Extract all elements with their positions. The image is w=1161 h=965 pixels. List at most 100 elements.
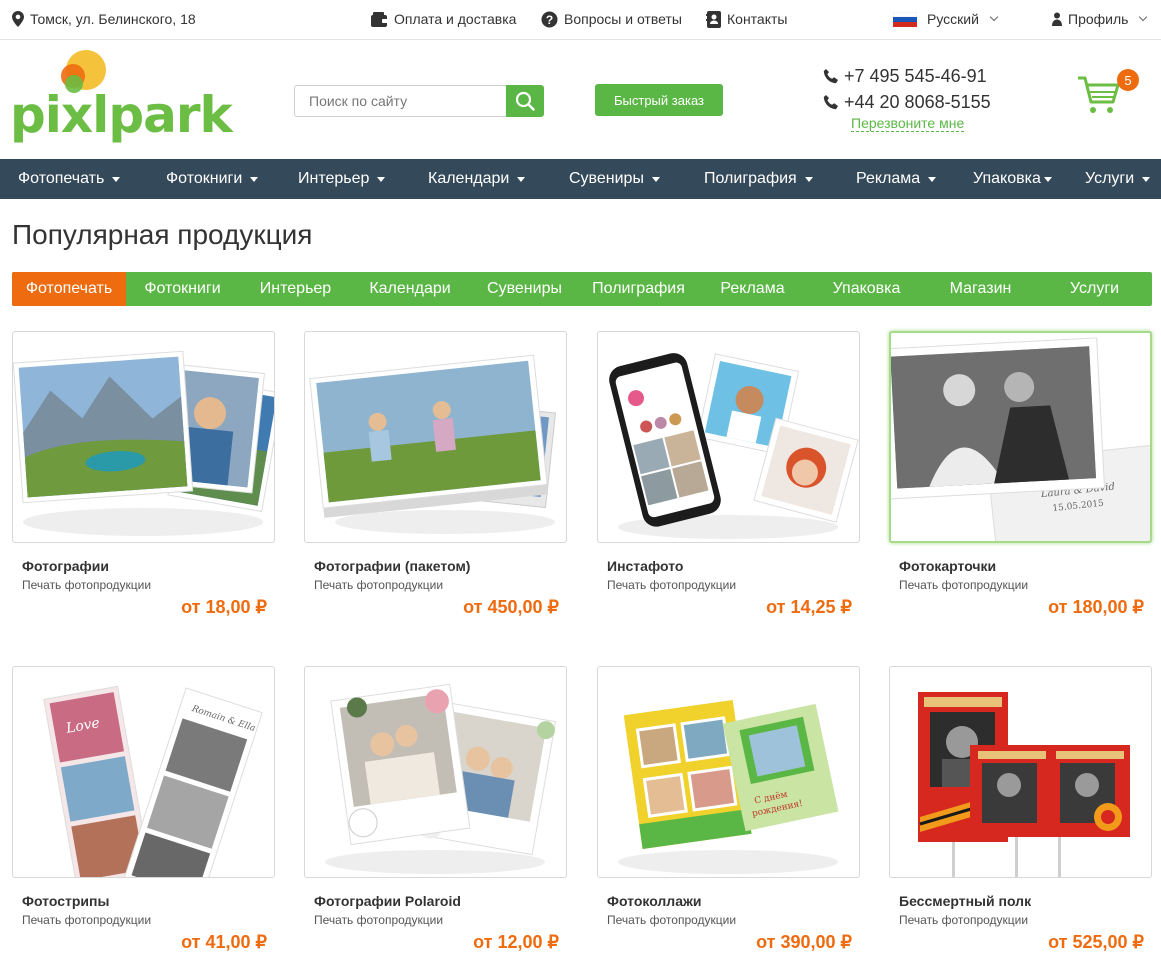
callback-link[interactable]: Перезвоните мне <box>851 115 965 132</box>
product-card[interactable]: С днём рождения! Фотоколлажи Печать фотоп… <box>597 666 860 952</box>
product-image[interactable]: С днём рождения! <box>597 666 860 878</box>
product-card[interactable]: Laura & David 15.05.2015 Фотокарточки Печ… <box>889 331 1152 617</box>
phone-line-1[interactable]: +7 495 545-46-91 <box>823 66 987 87</box>
product-image[interactable]: Laura & David 15.05.2015 <box>889 331 1152 543</box>
nav-item-photoprint[interactable]: Фотопечать <box>18 159 121 199</box>
product-price: от 12,00 ₽ <box>473 932 559 952</box>
product-image[interactable]: Love Romain & Ella <box>12 666 275 878</box>
nav-item-photobooks[interactable]: Фотокниги <box>166 159 259 199</box>
russia-flag-icon <box>893 11 917 27</box>
product-title[interactable]: Фотографии <box>22 558 109 574</box>
tab-services[interactable]: Услуги <box>1037 272 1152 306</box>
product-price: от 14,25 ₽ <box>766 597 852 617</box>
tab-advertising[interactable]: Реклама <box>696 272 809 306</box>
nav-item-label: Сувениры <box>569 170 644 187</box>
product-subtitle: Печать фотопродукции <box>607 913 737 927</box>
user-icon <box>1052 12 1062 26</box>
tab-interior[interactable]: Интерьер <box>239 272 352 306</box>
nav-item-souvenirs[interactable]: Сувениры <box>569 159 660 199</box>
phone-number-2: +44 20 8068-5155 <box>844 92 991 112</box>
tab-photobooks[interactable]: Фотокниги <box>126 272 239 306</box>
shopping-cart-icon <box>1078 76 1120 113</box>
question-circle-icon: ? <box>541 11 558 27</box>
product-image[interactable] <box>597 331 860 543</box>
product-image[interactable] <box>304 666 567 878</box>
site-logo[interactable]: pixlpark <box>10 50 233 148</box>
nav-item-label: Услуги <box>1085 170 1135 187</box>
faq-link[interactable]: ? Вопросы и ответы <box>541 0 682 38</box>
address-text: Томск, ул. Белинского, 18 <box>30 11 196 27</box>
caret-down-icon <box>928 176 937 182</box>
language-selector[interactable]: Русский <box>893 0 999 38</box>
phone-line-2[interactable]: +44 20 8068-5155 <box>823 92 991 113</box>
nav-item-label: Реклама <box>856 170 921 187</box>
svg-text:?: ? <box>546 13 553 27</box>
product-subtitle: Печать фотопродукции <box>899 913 1029 927</box>
profile-menu[interactable]: Профиль <box>1052 0 1148 38</box>
product-subtitle: Печать фотопродукции <box>314 913 444 927</box>
chevron-down-icon <box>989 12 999 22</box>
nav-item-calendars[interactable]: Календари <box>428 159 526 199</box>
nav-item-packaging[interactable]: Упаковка <box>973 159 1052 199</box>
product-price: от 41,00 ₽ <box>181 932 267 952</box>
contacts-link[interactable]: Контакты <box>706 0 787 38</box>
product-price: от 18,00 ₽ <box>181 597 267 617</box>
search-input[interactable] <box>294 85 506 117</box>
nav-item-label: Фотокниги <box>166 170 243 187</box>
tab-photoprint[interactable]: Фотопечать <box>12 272 126 306</box>
search-form <box>294 85 544 117</box>
chevron-down-icon <box>1139 12 1148 22</box>
product-card[interactable]: Фотографии (пакетом) Печать фотопродукци… <box>304 331 567 617</box>
product-title[interactable]: Бессмертный полк <box>899 893 1031 909</box>
page-title: Популярная продукция <box>12 219 313 250</box>
product-title[interactable]: Фотографии (пакетом) <box>314 558 470 574</box>
product-subtitle: Печать фотопродукции <box>314 578 444 592</box>
phone-icon <box>823 69 838 84</box>
caret-down-icon <box>651 176 660 182</box>
nav-item-label: Полиграфия <box>704 170 797 187</box>
product-subtitle: Печать фотопродукции <box>607 578 737 592</box>
product-price: от 180,00 ₽ <box>1048 597 1144 617</box>
tab-packaging[interactable]: Упаковка <box>809 272 924 306</box>
phone-icon <box>823 95 838 110</box>
product-card[interactable]: Love Romain & Ella Фотострипы Печать фот… <box>12 666 275 952</box>
product-price: от 390,00 ₽ <box>756 932 852 952</box>
product-image[interactable] <box>304 331 567 543</box>
product-image[interactable] <box>889 666 1152 878</box>
wallet-icon <box>371 11 388 27</box>
product-card[interactable]: Фотографии Печать фотопродукции от 18,00… <box>12 331 275 617</box>
tab-shop[interactable]: Магазин <box>924 272 1037 306</box>
product-title[interactable]: Фотографии Polaroid <box>314 893 461 909</box>
product-card[interactable]: Бессмертный полк Печать фотопродукции от… <box>889 666 1152 952</box>
category-tabs: Фотопечать Фотокниги Интерьер Календари … <box>12 272 1152 306</box>
search-button[interactable] <box>506 85 544 117</box>
search-icon <box>515 91 535 111</box>
product-title[interactable]: Фотострипы <box>22 893 109 909</box>
product-card[interactable]: Фотографии Polaroid Печать фотопродукции… <box>304 666 567 952</box>
product-title[interactable]: Фотоколлажи <box>607 893 702 909</box>
payment-text: Оплата и доставка <box>394 11 517 27</box>
product-title[interactable]: Инстафото <box>607 558 683 574</box>
main-navigation: Фотопечать Фотокниги Интерьер Календари … <box>0 159 1161 199</box>
nav-item-label: Календари <box>428 170 510 187</box>
address-link[interactable]: Томск, ул. Белинского, 18 <box>12 0 196 38</box>
quick-order-button[interactable]: Быстрый заказ <box>595 84 723 116</box>
product-card[interactable]: Инстафото Печать фотопродукции от 14,25 … <box>597 331 860 617</box>
phone-number-1: +7 495 545-46-91 <box>844 66 987 86</box>
nav-item-advertising[interactable]: Реклама <box>856 159 937 199</box>
location-pin-icon <box>12 11 24 27</box>
product-subtitle: Печать фотопродукции <box>22 913 152 927</box>
nav-item-interior[interactable]: Интерьер <box>298 159 386 199</box>
product-title[interactable]: Фотокарточки <box>899 558 996 574</box>
product-subtitle: Печать фотопродукции <box>22 578 152 592</box>
product-image[interactable] <box>12 331 275 543</box>
nav-item-printing[interactable]: Полиграфия <box>704 159 813 199</box>
payment-link[interactable]: Оплата и доставка <box>371 0 516 38</box>
tab-souvenirs[interactable]: Сувениры <box>468 272 581 306</box>
product-price: от 450,00 ₽ <box>463 597 559 617</box>
caret-down-icon <box>804 176 813 182</box>
product-price: от 525,00 ₽ <box>1048 932 1144 952</box>
nav-item-services[interactable]: Услуги <box>1085 159 1151 199</box>
tab-printing[interactable]: Полиграфия <box>581 272 696 306</box>
tab-calendars[interactable]: Календари <box>352 272 468 306</box>
